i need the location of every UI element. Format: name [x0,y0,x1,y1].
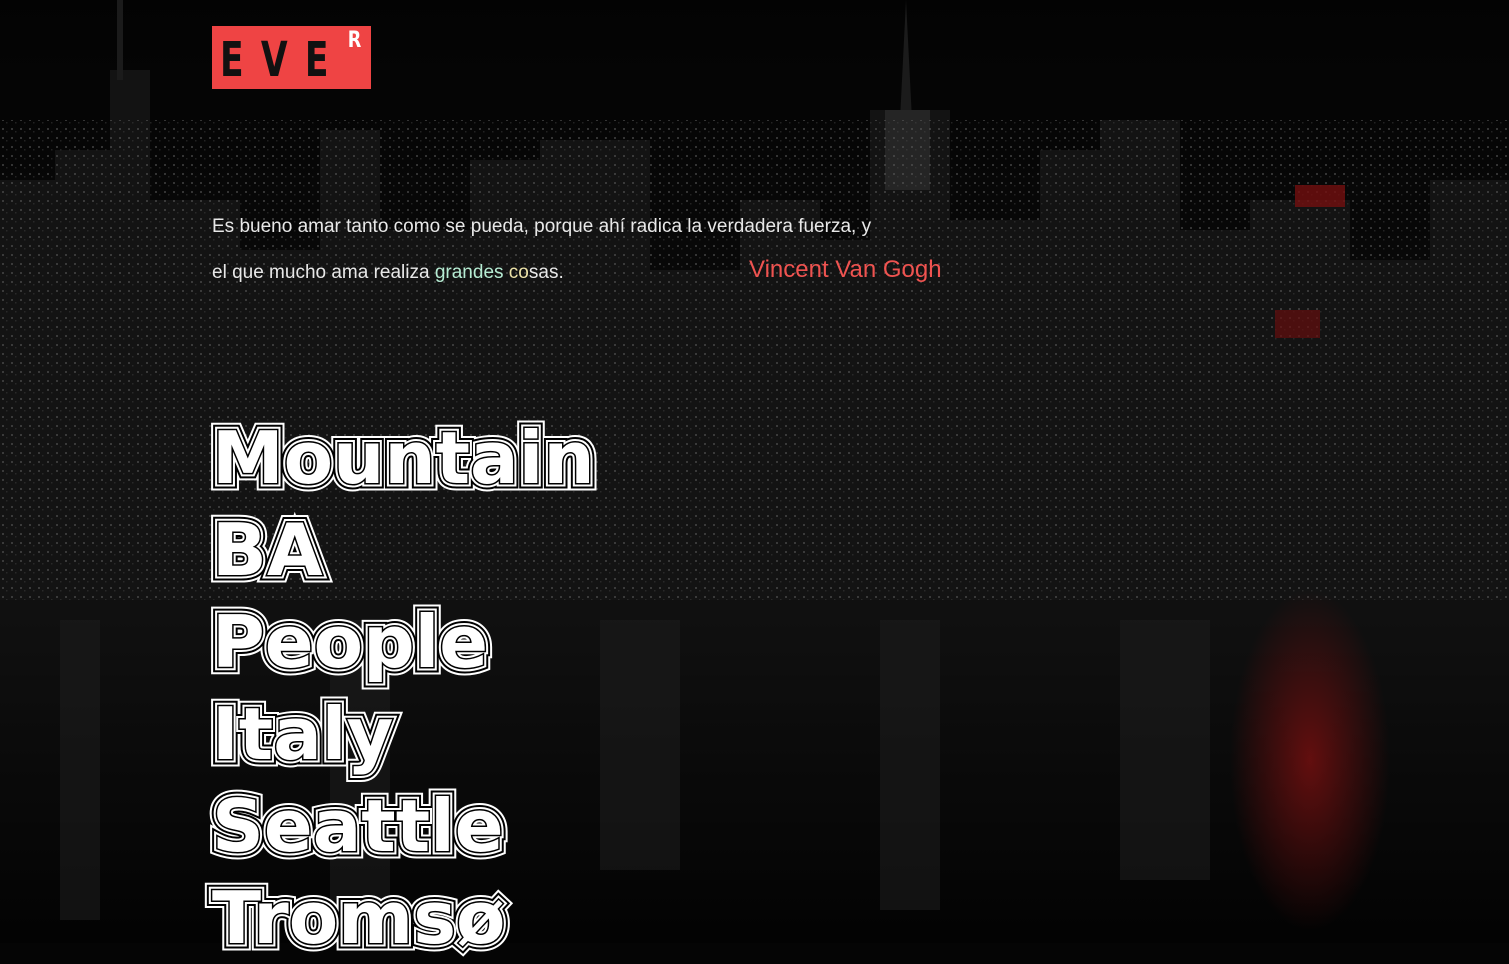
quote-line-2-start: el que mucho ama realiza [212,262,435,283]
city-label: Seattle [212,784,504,868]
city-label: Mountain [212,416,595,500]
quote-line-1: Es bueno amar tanto como se pueda, porqu… [212,216,872,237]
city-label: Tromsø [212,876,506,960]
quote-highlight-yellow: co [508,262,529,283]
logo-text: EVE [220,32,346,88]
city-label: BA [212,508,323,592]
quote-author: Vincent Van Gogh [749,256,942,283]
quote-highlight-green: grandes [434,262,509,283]
city-label: Italy [212,692,394,776]
logo-superscript: R [347,28,362,53]
quote-block: Es bueno amar tanto como se pueda, porqu… [212,204,952,296]
quote-line-2-end: sas. [528,262,564,283]
city-label: People [212,600,489,684]
